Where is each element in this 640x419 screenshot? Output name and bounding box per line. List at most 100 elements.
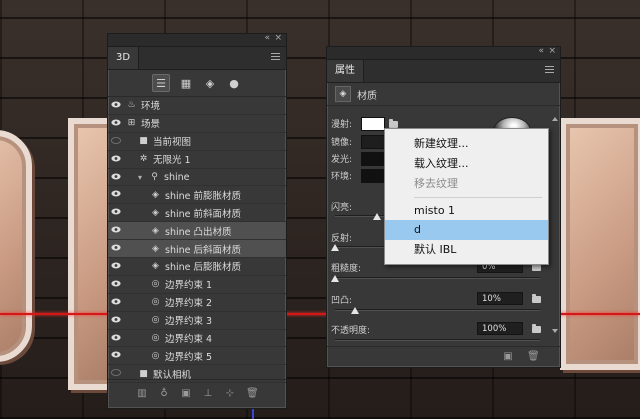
visibility-eye-icon[interactable]	[111, 369, 121, 377]
new-material-icon[interactable]: ▣	[502, 351, 514, 363]
visibility-eye-icon[interactable]	[111, 280, 121, 287]
opacity-field[interactable]: 100%	[477, 322, 523, 335]
panel-grip[interactable]: « ×	[327, 46, 560, 60]
opacity-texture-folder-icon[interactable]	[532, 324, 541, 333]
visibility-eye-icon[interactable]	[111, 226, 121, 233]
lights-icon[interactable]: ●	[226, 75, 242, 91]
constraint-icon: ◎	[151, 297, 160, 308]
scroll-down-icon[interactable]	[552, 329, 558, 333]
visibility-eye-icon[interactable]	[111, 334, 121, 341]
visibility-eye-icon[interactable]	[111, 244, 121, 251]
close-icon[interactable]: ×	[274, 33, 282, 43]
bump-slider[interactable]	[335, 309, 540, 311]
illumination-color-swatch[interactable]	[361, 152, 385, 166]
scroll-up-icon[interactable]	[552, 117, 558, 121]
tree-item[interactable]: ♨ 环境	[108, 97, 286, 115]
ground-icon[interactable]: ⊥	[202, 388, 214, 400]
opacity-slider[interactable]	[335, 339, 540, 341]
tree-item-label: 环境	[141, 101, 161, 113]
menu-item-load-texture[interactable]: 载入纹理...	[385, 154, 548, 174]
tree-item[interactable]: ◈ shine 凸出材质	[108, 222, 286, 241]
roughness-slider-thumb[interactable]	[331, 275, 339, 282]
extruded-letter	[560, 118, 640, 370]
tree-item[interactable]: ◎ 边界约束 4	[108, 330, 286, 348]
roughness-slider[interactable]	[335, 277, 540, 279]
visibility-eye-icon[interactable]	[111, 208, 121, 215]
add-light-icon[interactable]: ♁	[158, 388, 170, 400]
collapse-icon[interactable]: «	[538, 46, 544, 56]
visibility-eye-icon[interactable]	[111, 136, 121, 144]
menu-item-remove-texture[interactable]: 移去纹理	[385, 174, 548, 194]
material-icon: ◈	[152, 261, 159, 272]
shine-label: 闪亮:	[331, 203, 353, 213]
render-icon[interactable]: ▣	[180, 388, 192, 400]
tree-item-label: shine	[164, 171, 190, 183]
trash-icon[interactable]: 🗑	[527, 351, 540, 363]
tree-item-label: 边界约束 2	[165, 298, 213, 310]
tab-properties[interactable]: 属性	[327, 60, 364, 82]
tab-3d[interactable]: 3D	[108, 47, 140, 69]
bump-texture-folder-icon[interactable]	[532, 294, 541, 303]
expand-arrow-icon[interactable]: ▾	[138, 173, 147, 182]
ambient-color-swatch[interactable]	[361, 169, 385, 183]
scene-icon: ⊞	[127, 118, 136, 129]
visibility-eye-icon[interactable]	[111, 262, 121, 269]
close-icon[interactable]: ×	[548, 46, 556, 56]
new-light-icon[interactable]: ⊹	[224, 388, 236, 400]
whole-scene-icon[interactable]: ☰	[152, 74, 170, 92]
collapse-icon[interactable]: «	[264, 33, 270, 43]
3d-panel: « × 3D ☰ ▦ ◈ ● ♨ 环境 ⊞ 场景 ■ 当前视图 ✲ 无限光 1 ▾ ⚲ shine ◈…	[107, 33, 287, 409]
menu-item-default-ibl[interactable]: 默认 IBL	[385, 240, 548, 260]
tree-item-label: shine 后膨胀材质	[165, 262, 241, 274]
visibility-eye-icon[interactable]	[111, 101, 121, 108]
tree-item[interactable]: ◈ shine 前斜面材质	[108, 204, 286, 223]
constraint-icon: ◎	[151, 333, 160, 344]
shine-slider-thumb[interactable]	[373, 213, 381, 220]
reflection-slider-thumb[interactable]	[331, 244, 339, 251]
properties-scrollbar[interactable]	[552, 117, 558, 333]
tree-item[interactable]: ◎ 边界约束 5	[108, 347, 286, 366]
tree-item[interactable]: ⊞ 场景	[108, 115, 286, 133]
tree-item[interactable]: ◈ shine 后膨胀材质	[108, 258, 286, 276]
tree-item[interactable]: ◈ shine 后斜面材质	[108, 240, 286, 259]
materials-icon[interactable]: ◈	[202, 75, 218, 91]
tree-item[interactable]: ◎ 边界约束 1	[108, 276, 286, 294]
menu-item-misto-1[interactable]: misto 1	[385, 201, 548, 221]
diffuse-color-swatch[interactable]	[361, 117, 385, 131]
tree-item[interactable]: ■ 当前视图	[108, 133, 286, 151]
panel-tabbar: 3D	[108, 47, 286, 70]
trash-icon[interactable]: 🗑	[246, 388, 259, 400]
environment-icon: ♨	[127, 100, 136, 111]
panel-menu-icon[interactable]	[271, 53, 280, 61]
menu-item-d[interactable]: d	[385, 220, 548, 240]
tree-item[interactable]: ◎ 边界约束 2	[108, 294, 286, 312]
material-icon: ◈	[335, 86, 351, 102]
diffuse-texture-folder-icon[interactable]	[389, 119, 398, 128]
tree-item[interactable]: ◎ 边界约束 3	[108, 312, 286, 330]
specular-color-swatch[interactable]	[361, 135, 385, 149]
visibility-eye-icon[interactable]	[111, 316, 121, 323]
menu-item-new-texture[interactable]: 新建纹理...	[385, 134, 548, 154]
visibility-eye-icon[interactable]	[111, 173, 121, 180]
reflection-slider[interactable]	[335, 246, 385, 248]
extruded-letter	[0, 130, 32, 362]
tree-item[interactable]: ✲ 无限光 1	[108, 151, 286, 169]
roughness-texture-folder-icon[interactable]	[532, 262, 541, 271]
tree-item-label: 无限光 1	[153, 155, 191, 167]
constraint-icon: ◎	[151, 315, 160, 326]
visibility-eye-icon[interactable]	[111, 190, 121, 197]
delete-mesh-icon[interactable]: ▥	[136, 388, 148, 400]
tree-item[interactable]: ◈ shine 前膨胀材质	[108, 186, 286, 205]
visibility-eye-icon[interactable]	[111, 155, 121, 162]
bump-field[interactable]: 10%	[477, 292, 523, 305]
bump-slider-thumb[interactable]	[351, 307, 359, 314]
panel-grip[interactable]: « ×	[108, 33, 286, 47]
visibility-eye-icon[interactable]	[111, 119, 121, 126]
panel-menu-icon[interactable]	[545, 66, 554, 74]
visibility-eye-icon[interactable]	[111, 298, 121, 305]
tree-item-label: shine 后斜面材质	[165, 244, 241, 256]
meshes-icon[interactable]: ▦	[178, 75, 194, 91]
opacity-label: 不透明度:	[331, 326, 371, 336]
visibility-eye-icon[interactable]	[111, 351, 121, 358]
tree-item[interactable]: ▾ ⚲ shine	[108, 169, 286, 187]
